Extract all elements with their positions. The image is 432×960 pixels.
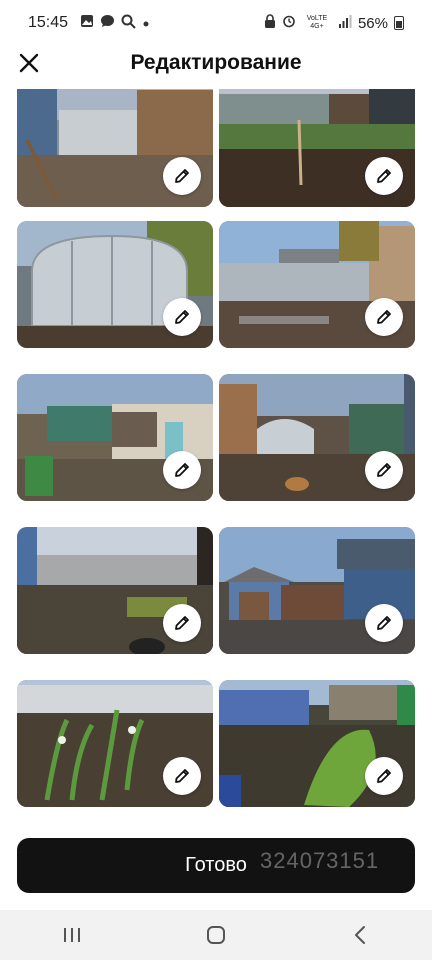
home-icon [207, 926, 225, 944]
photo-10[interactable] [219, 680, 415, 807]
watermark-text: 324073151 [260, 848, 380, 873]
pencil-icon [377, 463, 391, 477]
header: Редактирование [0, 36, 432, 90]
pencil-icon [377, 769, 391, 783]
search-icon [121, 14, 136, 33]
photo-3[interactable] [17, 221, 213, 348]
alarm-icon [282, 14, 296, 32]
photo-8[interactable] [219, 527, 415, 654]
edit-button[interactable] [365, 157, 403, 195]
back-icon [355, 926, 365, 944]
pencil-icon [175, 310, 189, 324]
photo-7[interactable] [17, 527, 213, 654]
edit-button[interactable] [365, 604, 403, 642]
battery-percent: 56% [357, 14, 388, 32]
photo-5[interactable] [17, 374, 213, 501]
photo-grid [17, 89, 415, 829]
back-button[interactable] [340, 915, 380, 955]
network-label: VoLTE 4G+ [306, 15, 328, 30]
system-nav-bar [0, 910, 432, 960]
photo-1[interactable] [17, 89, 213, 207]
pencil-icon [175, 463, 189, 477]
home-button[interactable] [196, 915, 236, 955]
pencil-icon [377, 310, 391, 324]
recent-apps-icon [64, 928, 80, 942]
edit-button[interactable] [365, 298, 403, 336]
recent-apps-button[interactable] [52, 915, 92, 955]
gallery-icon [80, 14, 94, 32]
lock-icon [264, 14, 276, 32]
pencil-icon [175, 769, 189, 783]
pencil-icon [175, 616, 189, 630]
photo-9[interactable] [17, 680, 213, 807]
pencil-icon [377, 169, 391, 183]
photo-2[interactable] [219, 89, 415, 207]
photo-6[interactable] [219, 374, 415, 501]
page-title: Редактирование [130, 51, 302, 74]
edit-button[interactable] [365, 757, 403, 795]
signal-icon [338, 14, 352, 32]
status-time: 15:45 [28, 14, 69, 31]
edit-button[interactable] [365, 451, 403, 489]
edit-button[interactable] [163, 157, 201, 195]
edit-button[interactable] [163, 757, 201, 795]
pencil-icon [175, 169, 189, 183]
close-icon [19, 53, 39, 73]
edit-button[interactable] [163, 604, 201, 642]
photo-4[interactable] [219, 221, 415, 348]
edit-button[interactable] [163, 451, 201, 489]
battery-icon [394, 16, 404, 30]
edit-button[interactable] [163, 298, 201, 336]
status-left: 15:45 [28, 14, 150, 33]
status-right: VoLTE 4G+ 56% [264, 14, 404, 32]
chat-icon [100, 14, 115, 32]
pencil-icon [377, 616, 391, 630]
dot-icon [142, 15, 150, 32]
close-button[interactable] [14, 48, 44, 78]
